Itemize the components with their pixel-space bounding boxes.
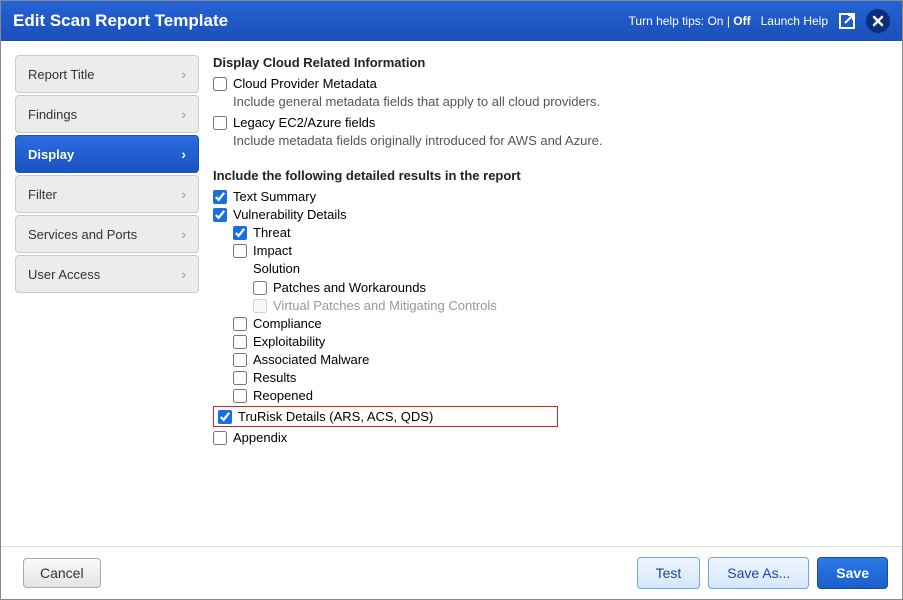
chevron-right-icon: › bbox=[181, 186, 186, 202]
tips-on-link[interactable]: On bbox=[707, 14, 723, 28]
compliance-row: Compliance bbox=[233, 316, 878, 331]
detailed-heading: Include the following detailed results i… bbox=[213, 168, 878, 183]
sidebar-item-label: Findings bbox=[28, 107, 77, 122]
threat-row: Threat bbox=[233, 225, 878, 240]
chevron-right-icon: › bbox=[181, 66, 186, 82]
impact-row: Impact bbox=[233, 243, 878, 258]
appendix-checkbox[interactable] bbox=[213, 431, 227, 445]
sidebar-item-label: Filter bbox=[28, 187, 57, 202]
exploitability-row: Exploitability bbox=[233, 334, 878, 349]
chevron-right-icon: › bbox=[181, 266, 186, 282]
chevron-right-icon: › bbox=[181, 146, 186, 162]
malware-checkbox[interactable] bbox=[233, 353, 247, 367]
legacy-checkbox[interactable] bbox=[213, 116, 227, 130]
cloud-provider-checkbox[interactable] bbox=[213, 77, 227, 91]
cancel-button[interactable]: Cancel bbox=[23, 558, 101, 588]
chevron-right-icon: › bbox=[181, 226, 186, 242]
exploitability-checkbox[interactable] bbox=[233, 335, 247, 349]
virtual-label: Virtual Patches and Mitigating Controls bbox=[273, 298, 497, 313]
save-as-button[interactable]: Save As... bbox=[708, 557, 809, 589]
sidebar-item-report-title[interactable]: Report Title › bbox=[15, 55, 199, 93]
cloud-provider-label[interactable]: Cloud Provider Metadata bbox=[233, 76, 377, 91]
dialog-title: Edit Scan Report Template bbox=[13, 11, 629, 31]
cloud-provider-desc: Include general metadata fields that app… bbox=[233, 94, 878, 109]
trurisk-highlight: TruRisk Details (ARS, ACS, QDS) bbox=[213, 406, 558, 427]
reopened-label[interactable]: Reopened bbox=[253, 388, 313, 403]
chevron-right-icon: › bbox=[181, 106, 186, 122]
text-summary-checkbox[interactable] bbox=[213, 190, 227, 204]
impact-label[interactable]: Impact bbox=[253, 243, 292, 258]
vuln-details-label[interactable]: Vulnerability Details bbox=[233, 207, 347, 222]
dialog: Edit Scan Report Template Turn help tips… bbox=[0, 0, 903, 600]
sidebar-item-services-ports[interactable]: Services and Ports › bbox=[15, 215, 199, 253]
sidebar-item-display[interactable]: Display › bbox=[15, 135, 199, 173]
close-button[interactable] bbox=[866, 9, 890, 33]
sidebar-item-label: User Access bbox=[28, 267, 100, 282]
threat-label[interactable]: Threat bbox=[253, 225, 291, 240]
results-label[interactable]: Results bbox=[253, 370, 296, 385]
malware-label[interactable]: Associated Malware bbox=[253, 352, 369, 367]
solution-label: Solution bbox=[253, 261, 878, 276]
text-summary-row: Text Summary bbox=[213, 189, 878, 204]
compliance-checkbox[interactable] bbox=[233, 317, 247, 331]
exploitability-label[interactable]: Exploitability bbox=[253, 334, 325, 349]
patches-checkbox[interactable] bbox=[253, 281, 267, 295]
appendix-label[interactable]: Appendix bbox=[233, 430, 287, 445]
sidebar-item-label: Services and Ports bbox=[28, 227, 137, 242]
results-checkbox[interactable] bbox=[233, 371, 247, 385]
virtual-checkbox bbox=[253, 299, 267, 313]
legacy-label[interactable]: Legacy EC2/Azure fields bbox=[233, 115, 375, 130]
impact-checkbox[interactable] bbox=[233, 244, 247, 258]
sidebar-item-label: Report Title bbox=[28, 67, 94, 82]
popout-icon[interactable] bbox=[838, 12, 856, 30]
sidebar: Report Title › Findings › Display › Filter ›… bbox=[15, 55, 199, 532]
reopened-row: Reopened bbox=[233, 388, 878, 403]
virtual-row: Virtual Patches and Mitigating Controls bbox=[253, 298, 878, 313]
dialog-body: Report Title › Findings › Display › Filter ›… bbox=[1, 41, 902, 546]
help-tips: Turn help tips: On | Off bbox=[629, 14, 751, 28]
text-summary-label[interactable]: Text Summary bbox=[233, 189, 316, 204]
content-scroll[interactable]: Display Cloud Related Information Cloud … bbox=[213, 55, 888, 532]
titlebar: Edit Scan Report Template Turn help tips… bbox=[1, 1, 902, 41]
tips-off-link[interactable]: Off bbox=[733, 14, 750, 28]
threat-checkbox[interactable] bbox=[233, 226, 247, 240]
sidebar-item-label: Display bbox=[28, 147, 74, 162]
sidebar-item-filter[interactable]: Filter › bbox=[15, 175, 199, 213]
tips-prefix: Turn help tips: bbox=[629, 14, 705, 28]
legacy-row: Legacy EC2/Azure fields bbox=[213, 115, 878, 130]
patches-row: Patches and Workarounds bbox=[253, 280, 878, 295]
tips-sep: | bbox=[727, 14, 730, 28]
titlebar-actions: Turn help tips: On | Off Launch Help bbox=[629, 9, 890, 33]
results-row: Results bbox=[233, 370, 878, 385]
appendix-row: Appendix bbox=[213, 430, 878, 445]
reopened-checkbox[interactable] bbox=[233, 389, 247, 403]
footer: Cancel Test Save As... Save bbox=[1, 546, 902, 599]
vuln-details-checkbox[interactable] bbox=[213, 208, 227, 222]
vuln-details-row: Vulnerability Details bbox=[213, 207, 878, 222]
malware-row: Associated Malware bbox=[233, 352, 878, 367]
compliance-label[interactable]: Compliance bbox=[253, 316, 322, 331]
save-button[interactable]: Save bbox=[817, 557, 888, 589]
sidebar-item-findings[interactable]: Findings › bbox=[15, 95, 199, 133]
legacy-desc: Include metadata fields originally intro… bbox=[233, 133, 878, 148]
content-wrap: Display Cloud Related Information Cloud … bbox=[213, 55, 888, 532]
trurisk-label[interactable]: TruRisk Details (ARS, ACS, QDS) bbox=[238, 409, 553, 424]
sidebar-item-user-access[interactable]: User Access › bbox=[15, 255, 199, 293]
patches-label[interactable]: Patches and Workarounds bbox=[273, 280, 426, 295]
cloud-heading: Display Cloud Related Information bbox=[213, 55, 878, 70]
test-button[interactable]: Test bbox=[637, 557, 701, 589]
launch-help-link[interactable]: Launch Help bbox=[761, 14, 828, 28]
cloud-provider-row: Cloud Provider Metadata bbox=[213, 76, 878, 91]
close-icon bbox=[872, 15, 884, 27]
trurisk-checkbox[interactable] bbox=[218, 410, 232, 424]
